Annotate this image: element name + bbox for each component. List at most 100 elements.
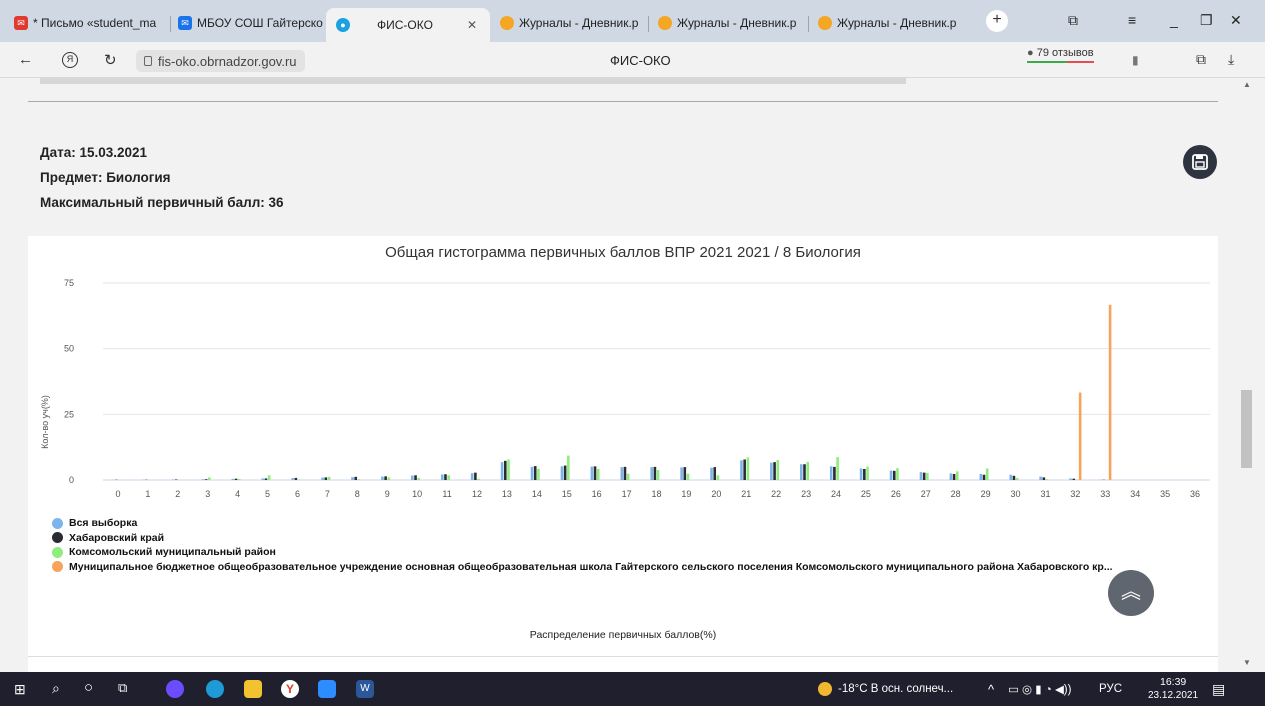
reviews-badge[interactable]: ● 79 отзывов: [1027, 47, 1094, 63]
bar[interactable]: [201, 479, 205, 480]
bar[interactable]: [321, 477, 324, 480]
bar[interactable]: [710, 467, 713, 480]
tab-diary-1[interactable]: Журналы - Дневник.р: [494, 10, 646, 36]
bar[interactable]: [1078, 392, 1082, 480]
bar[interactable]: [267, 475, 271, 480]
weather-text[interactable]: -18°C В осн. солнеч...: [838, 683, 953, 695]
bar[interactable]: [949, 473, 953, 480]
bar[interactable]: [982, 474, 986, 480]
bar[interactable]: [387, 477, 391, 480]
bar[interactable]: [743, 459, 746, 480]
clock-date[interactable]: 23.12.2021: [1148, 690, 1198, 701]
bar[interactable]: [985, 468, 989, 480]
bar[interactable]: [351, 477, 354, 480]
bar[interactable]: [836, 457, 839, 480]
tabs-overview-icon[interactable]: ⧉: [1068, 12, 1078, 29]
bar[interactable]: [623, 466, 627, 480]
bar[interactable]: [470, 473, 474, 480]
bar[interactable]: [922, 472, 926, 480]
bar[interactable]: [680, 467, 683, 480]
legend-item[interactable]: Вся выборка: [52, 516, 1113, 531]
bar[interactable]: [740, 460, 743, 480]
scrollbar-thumb[interactable]: [1241, 390, 1252, 468]
close-window-icon[interactable]: ✕: [1230, 12, 1242, 29]
notifications-icon[interactable]: ▤: [1212, 681, 1225, 698]
bar[interactable]: [411, 475, 414, 480]
yandex-icon[interactable]: Я: [62, 52, 78, 68]
task-view-icon[interactable]: ⧉: [118, 680, 127, 696]
word-icon[interactable]: W: [356, 680, 374, 698]
language-indicator[interactable]: РУС: [1099, 683, 1122, 695]
bar[interactable]: [500, 462, 504, 480]
close-tab-icon[interactable]: ✕: [467, 18, 477, 32]
bar[interactable]: [1072, 478, 1076, 480]
weather-icon[interactable]: [818, 682, 832, 696]
bar[interactable]: [656, 470, 660, 480]
bar[interactable]: [567, 455, 570, 480]
bar[interactable]: [414, 475, 417, 480]
bar[interactable]: [231, 478, 235, 480]
bar[interactable]: [683, 467, 687, 480]
bar[interactable]: [171, 479, 175, 480]
restore-icon[interactable]: ❐: [1200, 12, 1213, 29]
bar[interactable]: [686, 473, 690, 480]
search-icon[interactable]: ⌕: [52, 680, 60, 697]
bar[interactable]: [530, 466, 534, 480]
bar[interactable]: [979, 473, 983, 480]
bar[interactable]: [1042, 477, 1046, 480]
bar[interactable]: [892, 470, 896, 480]
bar[interactable]: [264, 478, 268, 480]
bar[interactable]: [1045, 479, 1049, 480]
tab-diary-3[interactable]: Журналы - Дневник.р: [812, 10, 972, 36]
bar[interactable]: [650, 467, 653, 480]
bar[interactable]: [563, 465, 567, 480]
scroll-down-arrow-icon[interactable]: ▼: [1243, 658, 1251, 667]
bar[interactable]: [653, 466, 657, 480]
bar[interactable]: [533, 466, 537, 480]
horizontal-scrollbar[interactable]: [40, 78, 906, 84]
bar[interactable]: [952, 473, 956, 480]
file-explorer-icon[interactable]: [244, 680, 262, 698]
bar[interactable]: [237, 478, 241, 480]
tab-mail[interactable]: ✉ * Письмо «student_ma: [8, 10, 168, 36]
bar[interactable]: [537, 468, 540, 480]
bar[interactable]: [955, 471, 959, 480]
url-field[interactable]: fis-oko.obrnadzor.gov.ru: [136, 50, 305, 72]
bar[interactable]: [444, 474, 447, 480]
bar[interactable]: [1015, 477, 1019, 480]
windows-start-icon[interactable]: ⊞: [14, 681, 26, 698]
bar[interactable]: [859, 468, 863, 480]
tray-system-icons[interactable]: ▭ ◎ ▮ ◔ ◀)): [1008, 682, 1071, 696]
bar[interactable]: [381, 476, 384, 480]
tab-diary-2[interactable]: Журналы - Дневник.р: [652, 10, 806, 36]
tab-fis-oko[interactable]: ● ФИС-ОКО ✕: [326, 8, 490, 42]
bar[interactable]: [447, 475, 450, 480]
vertical-scrollbar[interactable]: ▲ ▼: [1240, 78, 1265, 672]
legend-item[interactable]: Комсомольский муниципальный район: [52, 545, 1113, 560]
bar[interactable]: [1012, 475, 1016, 480]
bar[interactable]: [440, 474, 444, 480]
bar[interactable]: [357, 479, 361, 480]
bar[interactable]: [806, 461, 809, 480]
bar[interactable]: [261, 478, 265, 480]
tab-school-mail[interactable]: ✉ МБОУ СОШ Гайтерско: [172, 10, 324, 36]
bar[interactable]: [866, 466, 869, 480]
bar[interactable]: [803, 464, 806, 480]
bar[interactable]: [234, 478, 238, 480]
back-icon[interactable]: ←: [18, 51, 33, 68]
cortana-icon[interactable]: ○: [84, 679, 93, 696]
edge-icon[interactable]: [206, 680, 224, 698]
bar[interactable]: [384, 476, 387, 480]
save-button[interactable]: [1183, 145, 1217, 179]
bar[interactable]: [504, 460, 507, 480]
zoom-icon[interactable]: [318, 680, 336, 698]
bar[interactable]: [294, 477, 298, 480]
bar[interactable]: [919, 472, 923, 480]
legend-item[interactable]: Хабаровский край: [52, 531, 1113, 546]
download-icon[interactable]: ⤓: [1228, 51, 1234, 68]
bar[interactable]: [324, 477, 328, 480]
bar[interactable]: [863, 468, 866, 480]
extensions-icon[interactable]: ⧉: [1196, 51, 1206, 68]
bar[interactable]: [204, 479, 208, 480]
bar[interactable]: [770, 462, 773, 480]
